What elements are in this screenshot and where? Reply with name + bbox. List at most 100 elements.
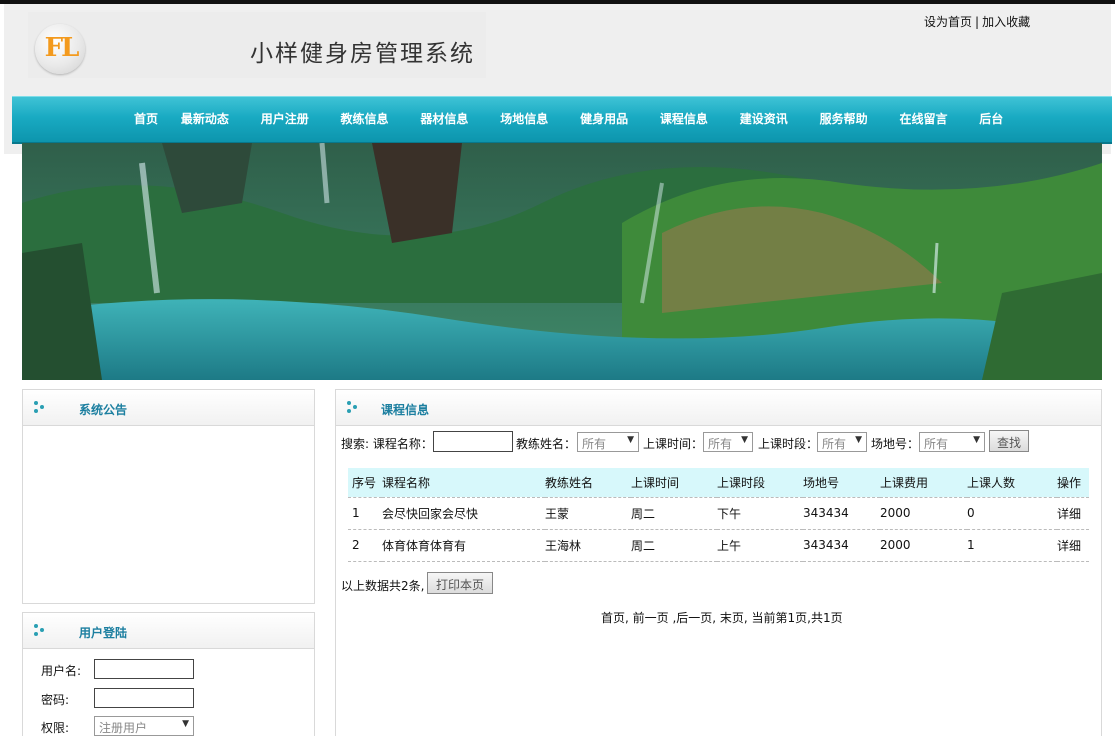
password-row: 密码: bbox=[41, 688, 194, 708]
time-label: 上课时间： bbox=[643, 437, 704, 451]
search-button[interactable]: 查找 bbox=[989, 430, 1029, 452]
role-select-value: 注册用户 bbox=[99, 721, 148, 735]
logo-text: FL bbox=[44, 33, 80, 63]
notice-panel-title: 系统公告 bbox=[79, 403, 128, 417]
chevron-down-icon: ▼ bbox=[627, 435, 634, 445]
cell-time: 周二 bbox=[631, 497, 717, 530]
password-input[interactable] bbox=[94, 688, 194, 708]
cell-fee: 2000 bbox=[880, 497, 967, 530]
nav-item-coaches[interactable]: 教练信息 bbox=[341, 110, 389, 127]
print-button[interactable]: 打印本页 bbox=[427, 572, 493, 594]
password-label: 密码: bbox=[41, 693, 70, 707]
cell-course-name: 会尽快回家会尽快 bbox=[382, 497, 545, 530]
col-time: 上课时间 bbox=[631, 468, 717, 498]
notice-panel-header: 系统公告 bbox=[23, 390, 314, 426]
cell-fee: 2000 bbox=[880, 529, 967, 562]
site-title: 小样健身房管理系统 bbox=[250, 41, 475, 67]
notice-panel: 系统公告 bbox=[22, 389, 315, 604]
detail-link[interactable]: 详细 bbox=[1057, 529, 1089, 562]
dots-icon bbox=[347, 401, 359, 413]
role-row: 权限: 注册用户 ▼ bbox=[41, 716, 194, 736]
nav-item-venues[interactable]: 场地信息 bbox=[500, 110, 548, 127]
period-select[interactable]: 所有 ▼ bbox=[817, 432, 867, 452]
cell-time: 周二 bbox=[631, 529, 717, 562]
table-header-row: 序号 课程名称 教练姓名 上课时间 上课时段 场地号 上课费用 上课人数 操作 bbox=[348, 468, 1089, 498]
col-coach: 教练姓名 bbox=[545, 468, 631, 498]
cell-venue: 343434 bbox=[803, 529, 880, 562]
col-index: 序号 bbox=[348, 468, 382, 498]
table-row: 1 会尽快回家会尽快 王蒙 周二 下午 343434 2000 0 详细 bbox=[348, 497, 1089, 530]
login-panel-header: 用户登陆 bbox=[23, 613, 314, 649]
venue-select[interactable]: 所有 ▼ bbox=[919, 432, 985, 452]
login-panel: 用户登陆 用户名: 密码: 权限: 注册用户 ▼ bbox=[22, 612, 315, 736]
col-period: 上课时段 bbox=[717, 468, 803, 498]
role-label: 权限: bbox=[41, 721, 70, 735]
course-panel: 课程信息 搜索: 课程名称： 教练姓名： 所有 ▼ 上课时间： 所有 ▼ 上课时… bbox=[335, 389, 1102, 736]
banner-landscape bbox=[22, 143, 1102, 380]
table-row: 2 体育体育体育有 王海林 周二 上午 343434 2000 1 详细 bbox=[348, 529, 1089, 562]
nav-item-news[interactable]: 最新动态 bbox=[181, 110, 229, 127]
banner-image bbox=[22, 143, 1102, 380]
cell-attendees: 0 bbox=[967, 497, 1057, 530]
logo[interactable]: FL bbox=[35, 24, 85, 74]
period-label: 上课时段： bbox=[758, 437, 819, 451]
cell-course-name: 体育体育体育有 bbox=[382, 529, 545, 562]
course-panel-title: 课程信息 bbox=[381, 403, 430, 417]
coach-label: 教练姓名： bbox=[516, 437, 577, 451]
chevron-down-icon: ▼ bbox=[973, 435, 980, 445]
cell-index: 2 bbox=[348, 529, 382, 562]
course-name-label: 搜索: 课程名称： bbox=[341, 437, 433, 451]
login-panel-title: 用户登陆 bbox=[79, 626, 128, 640]
nav-item-courses[interactable]: 课程信息 bbox=[660, 110, 708, 127]
nav-item-admin[interactable]: 后台 bbox=[979, 110, 1003, 127]
col-venue: 场地号 bbox=[803, 468, 880, 498]
cell-period: 下午 bbox=[717, 497, 803, 530]
cell-coach: 王海林 bbox=[545, 529, 631, 562]
main-nav: 首页 最新动态 用户注册 教练信息 器材信息 场地信息 健身用品 课程信息 建设… bbox=[12, 96, 1112, 144]
chevron-down-icon: ▼ bbox=[741, 435, 748, 445]
username-row: 用户名: bbox=[41, 659, 194, 679]
coach-select-value: 所有 bbox=[582, 437, 607, 451]
cell-venue: 343434 bbox=[803, 497, 880, 530]
username-input[interactable] bbox=[94, 659, 194, 679]
cell-index: 1 bbox=[348, 497, 382, 530]
nav-item-help[interactable]: 服务帮助 bbox=[820, 110, 868, 127]
role-select[interactable]: 注册用户 ▼ bbox=[94, 716, 194, 736]
time-select-value: 所有 bbox=[708, 437, 733, 451]
pagination[interactable]: 首页, 前一页 ,后一页, 末页, 当前第1页,共1页 bbox=[601, 609, 843, 626]
cell-period: 上午 bbox=[717, 529, 803, 562]
col-action: 操作 bbox=[1057, 468, 1089, 498]
summary-row: 以上数据共2条, 打印本页 bbox=[341, 572, 493, 594]
venue-label: 场地号： bbox=[871, 437, 920, 451]
dots-icon bbox=[34, 624, 46, 636]
cell-attendees: 1 bbox=[967, 529, 1057, 562]
add-favorite-link[interactable]: 加入收藏 bbox=[982, 15, 1030, 29]
coach-select[interactable]: 所有 ▼ bbox=[577, 432, 639, 452]
nav-item-equipment[interactable]: 器材信息 bbox=[420, 110, 468, 127]
detail-link[interactable]: 详细 bbox=[1057, 497, 1089, 530]
course-table: 序号 课程名称 教练姓名 上课时间 上课时段 场地号 上课费用 上课人数 操作 … bbox=[348, 468, 1089, 562]
course-name-input[interactable] bbox=[433, 431, 513, 452]
top-links: 设为首页 | 加入收藏 bbox=[924, 13, 1030, 30]
course-panel-header: 课程信息 bbox=[336, 390, 1101, 426]
time-select[interactable]: 所有 ▼ bbox=[703, 432, 753, 452]
nav-item-supplies[interactable]: 健身用品 bbox=[580, 110, 628, 127]
logo-block: FL 小样健身房管理系统 bbox=[28, 12, 486, 78]
chevron-down-icon: ▼ bbox=[855, 435, 862, 445]
nav-item-construction-news[interactable]: 建设资讯 bbox=[740, 110, 788, 127]
nav-item-home[interactable]: 首页 bbox=[134, 110, 158, 127]
dots-icon bbox=[34, 401, 46, 413]
record-count: 以上数据共2条, bbox=[341, 579, 425, 593]
col-fee: 上课费用 bbox=[880, 468, 967, 498]
col-course-name: 课程名称 bbox=[382, 468, 545, 498]
chevron-down-icon: ▼ bbox=[182, 719, 189, 729]
nav-item-messages[interactable]: 在线留言 bbox=[899, 110, 947, 127]
venue-select-value: 所有 bbox=[924, 437, 949, 451]
col-attendees: 上课人数 bbox=[967, 468, 1057, 498]
period-select-value: 所有 bbox=[822, 437, 847, 451]
top-links-separator: | bbox=[975, 15, 980, 29]
set-home-link[interactable]: 设为首页 bbox=[924, 15, 972, 29]
cell-coach: 王蒙 bbox=[545, 497, 631, 530]
username-label: 用户名: bbox=[41, 664, 82, 678]
nav-item-register[interactable]: 用户注册 bbox=[261, 110, 309, 127]
